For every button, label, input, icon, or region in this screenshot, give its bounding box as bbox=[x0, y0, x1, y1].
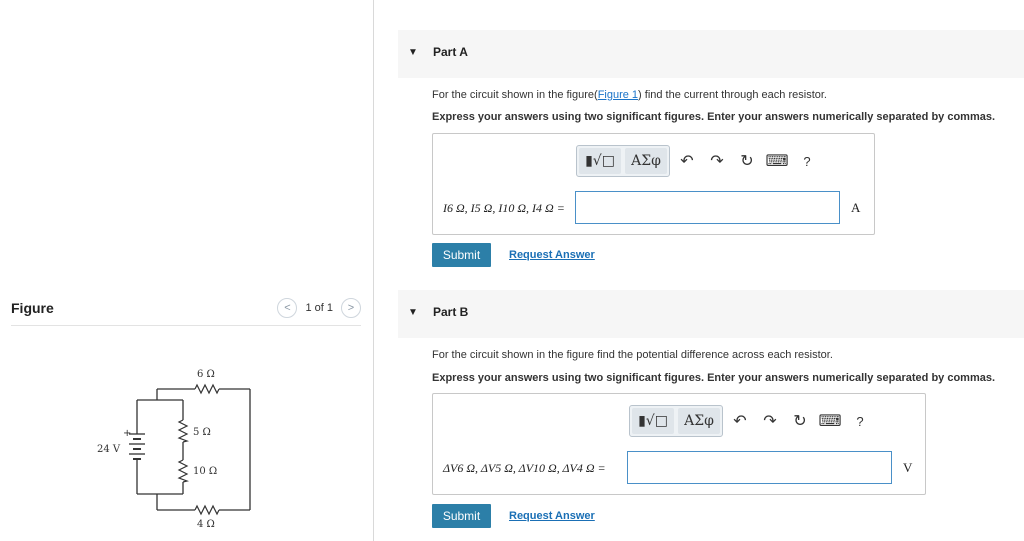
collapse-icon[interactable]: ▼ bbox=[408, 307, 418, 318]
part-a-instruction: Express your answers using two significa… bbox=[432, 111, 996, 123]
part-b-equation-label: ΔV6 Ω, ΔV5 Ω, ΔV10 Ω, ΔV4 Ω = bbox=[443, 461, 606, 475]
help-icon[interactable]: ? bbox=[792, 145, 822, 177]
panel-divider bbox=[373, 0, 374, 541]
figure-1-link[interactable]: Figure 1 bbox=[598, 89, 638, 101]
keyboard-icon[interactable]: ⌨ bbox=[815, 405, 845, 437]
part-a-question-suffix: ) find the current through each resistor… bbox=[638, 89, 827, 101]
resistor-5-ohm bbox=[177, 419, 190, 443]
part-a-unit: A bbox=[851, 200, 861, 215]
label-5-ohm: 5 Ω bbox=[193, 427, 211, 438]
keyboard-icon[interactable]: ⌨ bbox=[762, 145, 792, 177]
help-icon[interactable]: ? bbox=[845, 405, 875, 437]
part-a-question: For the circuit shown in the figure(Figu… bbox=[432, 89, 827, 101]
part-a-equation-label: I6 Ω, I5 Ω, I10 Ω, I4 Ω = bbox=[443, 201, 565, 215]
undo-icon[interactable]: ↶ bbox=[725, 405, 755, 437]
battery-symbol bbox=[129, 433, 145, 460]
label-6-ohm: 6 Ω bbox=[197, 369, 215, 380]
part-b-submit-button[interactable]: Submit bbox=[432, 504, 491, 528]
part-b-header[interactable]: ▼ Part B bbox=[398, 290, 1024, 338]
templates-button[interactable]: ▮√□ bbox=[632, 408, 674, 434]
part-a-answer-box: ▮√□ ΑΣφ ↶ ↷ ↻ ⌨ ? I6 Ω, I5 Ω, I10 Ω, I4 … bbox=[432, 133, 875, 235]
part-b-answer-input[interactable] bbox=[627, 451, 892, 484]
part-a-header[interactable]: ▼ Part A bbox=[398, 30, 1024, 78]
part-b-unit: V bbox=[903, 460, 913, 475]
part-a-title: Part A bbox=[433, 45, 468, 59]
circuit-diagram: 6 Ω 5 Ω 10 Ω 4 Ω 24 V + bbox=[97, 369, 251, 530]
symbols-button[interactable]: ΑΣφ bbox=[625, 148, 667, 174]
part-b-request-answer-link[interactable]: Request Answer bbox=[509, 510, 595, 522]
part-a-math-toolbar: ▮√□ ΑΣφ ↶ ↷ ↻ ⌨ ? bbox=[576, 145, 822, 177]
redo-icon[interactable]: ↷ bbox=[702, 145, 732, 177]
label-4-ohm: 4 Ω bbox=[197, 519, 215, 530]
prev-figure-button[interactable]: < bbox=[277, 298, 298, 318]
part-a-submit-button[interactable]: Submit bbox=[432, 243, 491, 267]
resistor-10-ohm bbox=[177, 459, 190, 483]
symbols-button[interactable]: ΑΣφ bbox=[678, 408, 720, 434]
next-figure-button[interactable]: > bbox=[341, 298, 361, 318]
templates-button[interactable]: ▮√□ bbox=[579, 148, 621, 174]
figure-pager: < 1 of 1 > bbox=[277, 298, 361, 318]
part-a-request-answer-link[interactable]: Request Answer bbox=[509, 249, 595, 261]
part-b-instruction: Express your answers using two significa… bbox=[432, 372, 996, 384]
reset-icon[interactable]: ↻ bbox=[732, 145, 762, 177]
redo-icon[interactable]: ↷ bbox=[755, 405, 785, 437]
resistor-6-ohm bbox=[194, 383, 220, 395]
label-plus: + bbox=[123, 428, 131, 439]
circuit-wires bbox=[136, 388, 251, 511]
part-b-answer-box: ▮√□ ΑΣφ ↶ ↷ ↻ ⌨ ? ΔV6 Ω, ΔV5 Ω, ΔV10 Ω, … bbox=[432, 393, 926, 495]
figure-panel: Figure < 1 of 1 > 6 Ω 5 Ω 10 Ω 4 Ω 24 V … bbox=[0, 0, 373, 541]
part-a-toolbar-group: ▮√□ ΑΣφ bbox=[576, 145, 670, 177]
part-b-toolbar-group: ▮√□ ΑΣφ bbox=[629, 405, 723, 437]
figure-header: Figure < 1 of 1 > bbox=[11, 298, 361, 326]
collapse-icon[interactable]: ▼ bbox=[408, 47, 418, 58]
figure-page-indicator: 1 of 1 bbox=[305, 302, 333, 314]
reset-icon[interactable]: ↻ bbox=[785, 405, 815, 437]
label-10-ohm: 10 Ω bbox=[193, 466, 217, 477]
part-b-title: Part B bbox=[433, 305, 469, 319]
part-b-question: For the circuit shown in the figure find… bbox=[432, 349, 833, 361]
undo-icon[interactable]: ↶ bbox=[672, 145, 702, 177]
part-a-question-prefix: For the circuit shown in the figure( bbox=[432, 89, 598, 101]
part-b-math-toolbar: ▮√□ ΑΣφ ↶ ↷ ↻ ⌨ ? bbox=[629, 405, 875, 437]
figure-title: Figure bbox=[11, 300, 54, 316]
resistor-4-ohm bbox=[194, 504, 220, 516]
part-a-answer-input[interactable] bbox=[575, 191, 840, 224]
label-battery: 24 V bbox=[97, 444, 121, 455]
